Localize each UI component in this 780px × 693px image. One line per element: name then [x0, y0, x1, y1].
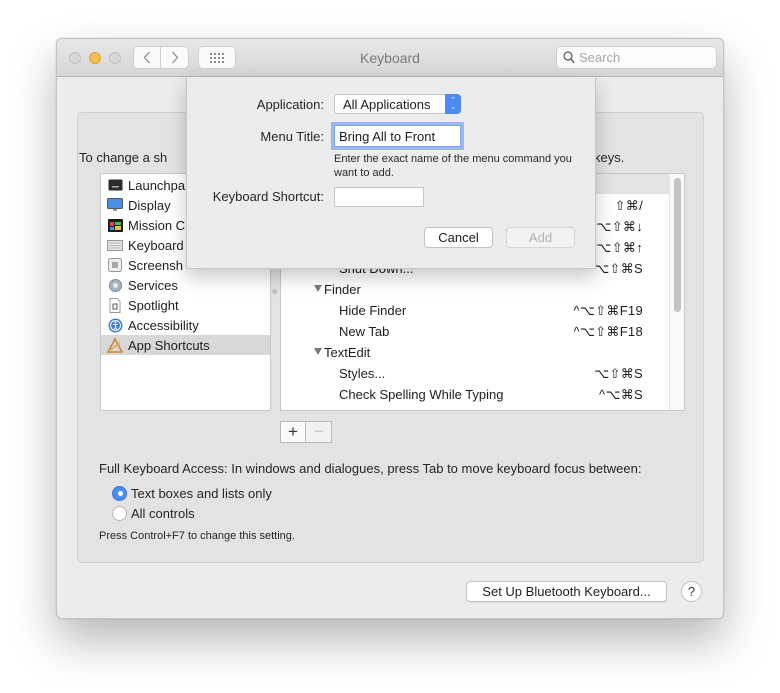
keyboard-icon: [107, 238, 123, 252]
shortcut-row[interactable]: Check Spelling While Typing ^⌥⌘S: [281, 384, 668, 405]
cancel-button[interactable]: Cancel: [424, 227, 493, 248]
screenshot-icon: [107, 258, 123, 272]
shortcut-keys[interactable]: ^⌥⌘S: [599, 387, 643, 403]
category-item-services[interactable]: Services: [101, 275, 270, 295]
full-keyboard-access-label: Full Keyboard Access: In windows and dia…: [99, 461, 642, 476]
remove-shortcut-button[interactable]: −: [306, 421, 332, 443]
shortcut-row[interactable]: New Tab ^⌥⇧⌘F18: [281, 321, 668, 342]
search-input[interactable]: [579, 50, 709, 65]
shortcut-group-row[interactable]: TextEdit: [281, 342, 668, 363]
add-shortcut-sheet: Application: All Applications ⌃ ⌄ Menu Ti…: [186, 77, 596, 269]
radio-label: Text boxes and lists only: [131, 485, 272, 501]
radio-button-selected[interactable]: [112, 485, 127, 501]
title-bar: Keyboard: [57, 39, 723, 77]
set-up-bluetooth-keyboard-button[interactable]: Set Up Bluetooth Keyboard...: [466, 581, 667, 602]
shortcut-keys[interactable]: ^⌥⇧⌘S: [588, 261, 643, 277]
split-view-handle[interactable]: [272, 289, 277, 294]
category-item-app-shortcuts[interactable]: App Shortcuts: [101, 335, 270, 355]
mission-control-icon: [107, 218, 123, 232]
shortcut-group-row[interactable]: Parallels Desktop: [281, 405, 668, 410]
shortcut-keys[interactable]: ⌥⇧⌘S: [594, 366, 643, 382]
category-label: App Shortcuts: [128, 337, 210, 353]
category-label: Spotlight: [128, 297, 179, 313]
keyboard-preferences-window: Keyboard To change a sh keys. Launchpa D…: [56, 38, 724, 619]
search-icon: [563, 51, 575, 64]
category-label: Display: [128, 197, 171, 213]
shortcut-row[interactable]: Hide Finder ^⌥⇧⌘F19: [281, 300, 668, 321]
shortcut-keys[interactable]: ⌥⇧⌘↑: [596, 240, 643, 256]
category-item-accessibility[interactable]: Accessibility: [101, 315, 270, 335]
gear-icon: [107, 278, 123, 292]
add-shortcut-button[interactable]: +: [280, 421, 306, 443]
radio-button[interactable]: [112, 505, 127, 521]
keyboard-shortcut-field[interactable]: [334, 187, 424, 207]
application-label: Application:: [256, 97, 324, 112]
shortcut-row[interactable]: Styles... ⌥⇧⌘S: [281, 363, 668, 384]
app-shortcuts-icon: [107, 337, 123, 353]
keyboard-shortcut-label: Keyboard Shortcut:: [212, 189, 324, 204]
display-icon: [107, 198, 123, 212]
category-label: Launchpa: [128, 177, 186, 193]
add-remove-control: + −: [280, 421, 332, 443]
menu-title-label: Menu Title:: [260, 129, 324, 144]
instruction-text: To change a sh: [79, 150, 168, 165]
shortcut-keys[interactable]: ^⌥⇧⌘F19: [574, 303, 643, 319]
shortcut-keys[interactable]: ⇧⌘/: [615, 198, 643, 214]
category-label: Services: [128, 277, 178, 293]
shortcut-keys[interactable]: ^⌥⇧⌘F18: [574, 324, 643, 340]
add-button[interactable]: Add: [506, 227, 575, 248]
accessibility-icon: [107, 318, 123, 332]
category-label: Screensh: [128, 257, 183, 273]
search-field[interactable]: [556, 46, 717, 69]
category-label: Mission C: [128, 217, 186, 233]
category-item-spotlight[interactable]: Spotlight: [101, 295, 270, 315]
radio-all-controls[interactable]: All controls: [112, 504, 195, 522]
spotlight-icon: [107, 297, 123, 313]
application-value: All Applications: [343, 96, 431, 112]
menu-title-hint: Enter the exact name of the menu command…: [334, 153, 572, 179]
shortcut-group-row[interactable]: Finder: [281, 279, 668, 300]
menu-title-field[interactable]: Bring All to Front: [334, 125, 461, 147]
control-f7-note: Press Control+F7 to change this setting.: [99, 530, 295, 542]
category-label: Keyboard: [128, 237, 184, 253]
radio-label: All controls: [131, 505, 195, 521]
disclosure-triangle-icon[interactable]: [314, 348, 322, 355]
scrollbar-thumb[interactable]: [674, 178, 681, 312]
instruction-text-tail: keys.: [594, 150, 625, 165]
radio-text-boxes-only[interactable]: Text boxes and lists only: [112, 484, 272, 502]
help-button[interactable]: ?: [681, 581, 702, 602]
popup-arrows-icon: ⌃ ⌄: [445, 94, 461, 114]
category-label: Accessibility: [128, 317, 199, 333]
application-popup[interactable]: All Applications ⌃ ⌄: [334, 94, 461, 114]
launchpad-icon: [107, 178, 123, 192]
disclosure-triangle-icon[interactable]: [314, 285, 322, 292]
shortcut-keys[interactable]: ⌥⇧⌘↓: [596, 219, 643, 235]
vertical-scrollbar[interactable]: [669, 174, 684, 410]
